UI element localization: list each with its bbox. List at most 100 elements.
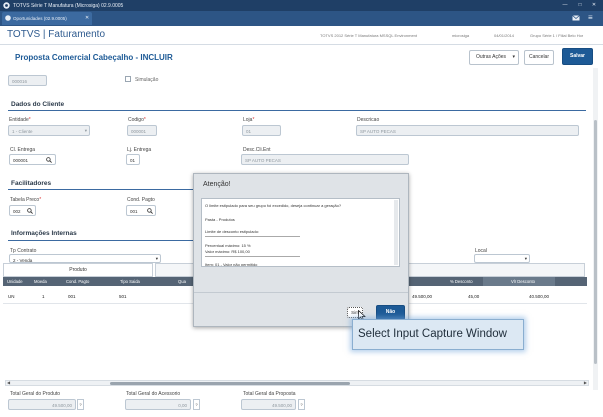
proposal-number-field[interactable]: 000016	[8, 75, 47, 86]
total-proposta-info-icon[interactable]: ?	[298, 399, 305, 410]
search-icon[interactable]	[46, 157, 52, 163]
panel-produto-tab[interactable]: Produto	[3, 263, 153, 277]
entidade-label: Entidade	[9, 117, 31, 123]
grid-col-qua[interactable]: Qua	[178, 277, 186, 286]
section-dados-cliente: Dados do Cliente	[11, 101, 65, 108]
grid-cell-percent-desconto: 45,00	[468, 294, 480, 299]
maximize-button[interactable]: □	[575, 1, 585, 10]
entidade-value: 1 - Cliente	[12, 129, 33, 134]
close-button[interactable]: ✕	[589, 1, 599, 10]
menu-icon[interactable]: ≡	[588, 13, 593, 22]
descricao-field[interactable]: SP AUTO PECAS	[356, 125, 579, 136]
tab-oportunidades[interactable]: Oportunidades (02.9.0005) ✕	[2, 12, 92, 25]
grid-col-cond-pagto[interactable]: Cond. Pagto	[66, 277, 89, 286]
entidade-select[interactable]: 1 - Cliente ▾	[8, 125, 90, 136]
tp-contrato-select[interactable]: 2 - Venda ▾	[9, 254, 161, 263]
more-actions-label: Outras Ações	[475, 54, 506, 60]
capture-tooltip-text: Select Input Capture Window	[358, 328, 507, 340]
more-actions-button[interactable]: Outras Ações ▾	[469, 50, 519, 65]
window-titlebar: TOTVS Série T Manufatura (Microsiga) 02.…	[0, 0, 603, 11]
grid-cell-vlr-desconto: 40.500,00	[529, 294, 550, 299]
cl-entrega-value: 000001	[13, 158, 29, 163]
grid-col-moeda[interactable]: Moeda	[34, 277, 47, 286]
total-proposta-label: Total Geral da Proposta	[243, 391, 296, 397]
cond-pagto-field[interactable]: 001	[126, 205, 156, 216]
dialog-no-button[interactable]: Não	[376, 305, 405, 320]
grid-col-vlr-desconto[interactable]: Vlr Desconto	[511, 277, 535, 286]
dialog-divider	[205, 236, 300, 237]
panel-produto-label: Produto	[69, 267, 87, 273]
alert-dialog: Atenção! O limite estipulado para seu gr…	[193, 173, 409, 327]
dialog-message-line: Valor máximo: R$ 100,00	[205, 249, 250, 254]
total-produto-label: Total Geral do Produto	[10, 391, 61, 397]
grid-col-percent-desconto[interactable]: % Desconto	[450, 277, 473, 286]
total-acessorio-info-icon[interactable]: ?	[193, 399, 200, 410]
local-select[interactable]: ▾	[474, 254, 530, 263]
tabela-preco-label: Tabela Preco	[10, 197, 41, 203]
cl-entrega-field[interactable]: 000001	[9, 154, 56, 165]
lj-entrega-field[interactable]: 01	[126, 154, 140, 165]
cl-entrega-label: Cl. Entrega	[10, 147, 36, 153]
dialog-scrollbar[interactable]	[394, 200, 398, 265]
cancel-button[interactable]: Cancelar	[524, 50, 554, 65]
total-acessorio-value: 0,00	[178, 403, 187, 408]
section-divider	[8, 240, 194, 241]
cond-pagto-label: Cond. Pagto	[127, 197, 155, 203]
scroll-right-icon[interactable]: ▶	[584, 380, 587, 385]
page-title: Proposta Comercial Cabeçalho - INCLUIR	[15, 53, 173, 62]
lj-entrega-label: Lj. Entrega	[127, 147, 152, 153]
app-logo-icon	[3, 2, 10, 9]
total-produto-info-icon[interactable]: ?	[77, 399, 84, 410]
dialog-message-line: Limite de desconto estipulado:	[205, 229, 260, 234]
scroll-left-icon[interactable]: ◀	[7, 380, 10, 385]
total-proposta-value: 49.500,00	[271, 403, 292, 408]
app-header: TOTVS | Faturamento TOTVS 2012 Série T M…	[0, 26, 603, 45]
grid-col-tipo-saida[interactable]: Tipo Saida	[120, 277, 140, 286]
tab-label: Oportunidades (02.9.0005)	[13, 16, 67, 21]
codigo-field[interactable]: 000001	[127, 125, 157, 136]
section-divider	[8, 110, 586, 111]
tab-app-icon	[5, 15, 11, 21]
dialog-message-line: O limite estipulado para seu grupo foi e…	[205, 203, 342, 208]
section-facilitadores: Facilitadores	[11, 180, 52, 187]
search-icon[interactable]	[147, 208, 153, 214]
tab-close-icon[interactable]: ✕	[85, 15, 89, 21]
tabela-preco-field[interactable]: 002	[9, 205, 36, 216]
grid-cell-moeda: 1	[42, 294, 45, 299]
dialog-footer-divider	[194, 292, 408, 293]
descricao-label: Descricao	[357, 117, 380, 123]
minimize-button[interactable]: —	[560, 1, 570, 10]
loja-field[interactable]: 01	[242, 125, 281, 136]
dialog-message-line: Percentual máximo: 15 %	[205, 243, 251, 248]
window-title: TOTVS Série T Manufatura (Microsiga) 02.…	[13, 2, 124, 9]
dialog-no-label: Não	[385, 309, 396, 315]
section-divider	[8, 189, 194, 190]
total-acessorio-label: Total Geral do Acessorio	[126, 391, 181, 397]
total-produto-value: 49.500,00	[51, 403, 72, 408]
dialog-message-box[interactable]: O limite estipulado para seu grupo foi e…	[201, 198, 400, 267]
search-icon[interactable]	[27, 208, 33, 214]
tabela-preco-value: 002	[13, 209, 21, 214]
capture-tooltip: Select Input Capture Window	[352, 319, 524, 350]
grid-horizontal-scrollbar[interactable]: ◀ ▶	[5, 380, 589, 386]
total-produto-field[interactable]: 49.500,00	[8, 399, 76, 410]
total-acessorio-field[interactable]: 0,00	[125, 399, 191, 410]
grid-cell-unidade: UN	[8, 294, 15, 299]
page-vertical-scrollbar[interactable]	[593, 68, 598, 390]
dropdown-icon: ▾	[155, 256, 158, 261]
page-scroll-thumb[interactable]	[594, 120, 597, 364]
save-button[interactable]: Salvar	[562, 48, 593, 65]
chevron-down-icon: ▾	[512, 54, 515, 60]
loja-label: Loja	[243, 117, 254, 123]
desc-cli-field[interactable]: SP AUTO PECAS	[241, 154, 409, 165]
dialog-message-line: Item: 01 - Valor não permitido	[205, 262, 258, 267]
desc-cli-label: Desc.Cli.Ent	[243, 147, 271, 153]
simulation-checkbox[interactable]	[125, 76, 131, 82]
dialog-title: Atenção!	[203, 181, 231, 188]
header-info-branch: Grupo Série 1 / Filial Belo Hor	[530, 33, 584, 38]
total-proposta-field[interactable]: 49.500,00	[241, 399, 296, 410]
scrollbar-thumb[interactable]	[110, 382, 350, 385]
dialog-divider	[205, 256, 300, 257]
mail-icon[interactable]	[572, 15, 580, 21]
grid-col-unidade[interactable]: Unidade	[7, 277, 23, 286]
